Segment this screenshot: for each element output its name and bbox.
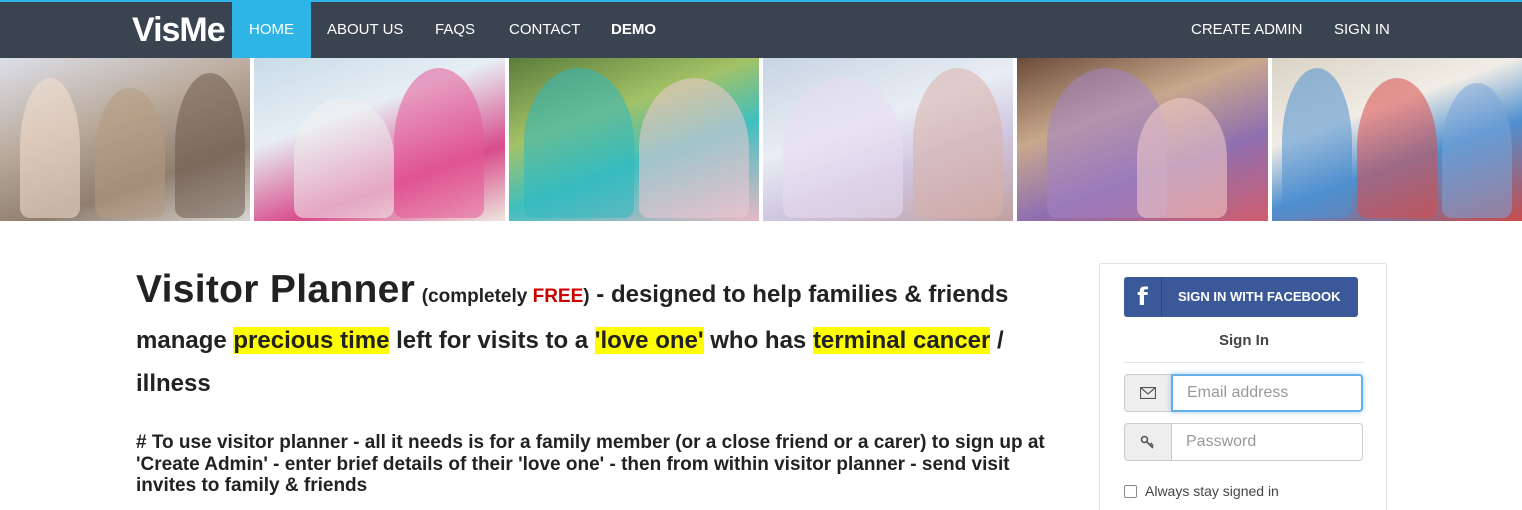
- stay-signed-in-label: Always stay signed in: [1145, 483, 1279, 499]
- caregiver-photo-1: [0, 58, 251, 221]
- caregiver-photo-2: [254, 58, 505, 221]
- caregiver-photo-4: [762, 58, 1014, 221]
- instructions-text: # To use visitor planner - all it needs …: [136, 432, 1045, 496]
- headline-paren-open: (completely: [421, 286, 533, 307]
- highlight-terminal-cancer: terminal cancer: [812, 326, 991, 354]
- headline-title: Visitor Planner: [136, 268, 416, 311]
- nav-home[interactable]: HOME: [232, 2, 311, 58]
- envelope-icon: [1124, 374, 1172, 412]
- nav-create-admin[interactable]: CREATE ADMIN: [1174, 2, 1319, 58]
- highlight-love-one: 'love one': [594, 326, 704, 354]
- headline-part-3: who has: [710, 326, 813, 354]
- email-input-group: [1124, 374, 1364, 412]
- headline-part-2: left for visits to a: [396, 326, 595, 354]
- sign-in-title: Sign In: [1219, 332, 1269, 349]
- nav-about-us[interactable]: ABOUT US: [310, 2, 420, 58]
- highlight-precious-time: precious time: [233, 326, 390, 354]
- nav-demo[interactable]: DEMO: [594, 2, 673, 58]
- brand-logo[interactable]: VisMe: [132, 10, 226, 50]
- free-label: FREE: [532, 286, 584, 307]
- headline-paren-close: ): [583, 286, 590, 307]
- nav-faqs[interactable]: FAQS: [418, 2, 492, 58]
- facebook-sign-in-button[interactable]: f SIGN IN WITH FACEBOOK: [1124, 277, 1358, 317]
- nav-sign-in[interactable]: SIGN IN: [1317, 2, 1407, 58]
- remember-me: Always stay signed in: [1124, 483, 1279, 499]
- key-icon: [1124, 423, 1172, 461]
- password-field[interactable]: [1171, 423, 1363, 461]
- divider: [1124, 362, 1364, 363]
- facebook-icon: f: [1124, 277, 1162, 317]
- headline: Visitor Planner (completely FREE) - desi…: [136, 268, 1036, 406]
- email-field[interactable]: [1171, 374, 1363, 412]
- caregiver-photo-6: [1271, 58, 1522, 221]
- stay-signed-in-checkbox[interactable]: [1124, 484, 1137, 498]
- photo-banner: [0, 58, 1522, 221]
- sign-in-panel: f SIGN IN WITH FACEBOOK Sign In Always s…: [1099, 263, 1387, 510]
- password-input-group: [1124, 423, 1364, 461]
- nav-contact[interactable]: CONTACT: [492, 2, 597, 58]
- facebook-sign-in-label: SIGN IN WITH FACEBOOK: [1178, 289, 1341, 304]
- caregiver-photo-3: [508, 58, 759, 221]
- top-navbar: VisMe HOME ABOUT US FAQS CONTACT DEMO CR…: [0, 0, 1522, 58]
- caregiver-photo-5: [1017, 58, 1268, 221]
